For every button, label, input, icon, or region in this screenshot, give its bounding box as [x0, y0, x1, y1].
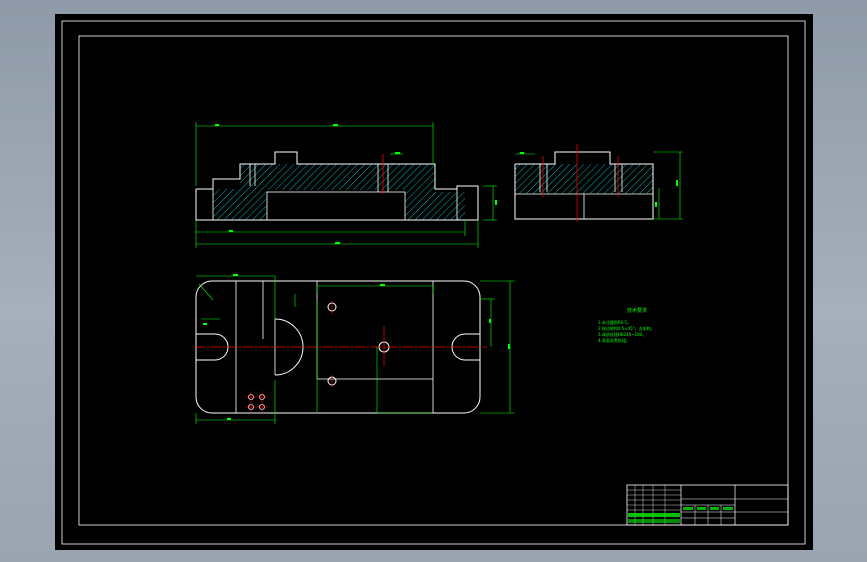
title-block	[626, 484, 789, 526]
drawing-svg: 技术要求 1.未注圆角R0.5。 2.锐边倒钝0.5×45°。去毛刺。 3.调质…	[61, 20, 806, 545]
technical-notes: 技术要求 1.未注圆角R0.5。 2.锐边倒钝0.5×45°。去毛刺。 3.调质…	[598, 307, 655, 343]
top-view	[195, 275, 515, 424]
sheet-border-outer	[61, 20, 806, 545]
note-line-4: 4.表面发黑处理。	[598, 337, 630, 343]
notes-title: 技术要求	[627, 307, 647, 314]
cad-drawing-canvas[interactable]: 技术要求 1.未注圆角R0.5。 2.锐边倒钝0.5×45°。去毛刺。 3.调质…	[55, 14, 813, 550]
note-line-1: 1.未注圆角R0.5。	[598, 319, 631, 325]
note-line-3: 3.调质处理HB240~280。	[598, 331, 646, 337]
side-section-view	[514, 144, 683, 222]
front-section-view	[195, 122, 497, 248]
note-line-2: 2.锐边倒钝0.5×45°。去毛刺。	[598, 325, 655, 331]
